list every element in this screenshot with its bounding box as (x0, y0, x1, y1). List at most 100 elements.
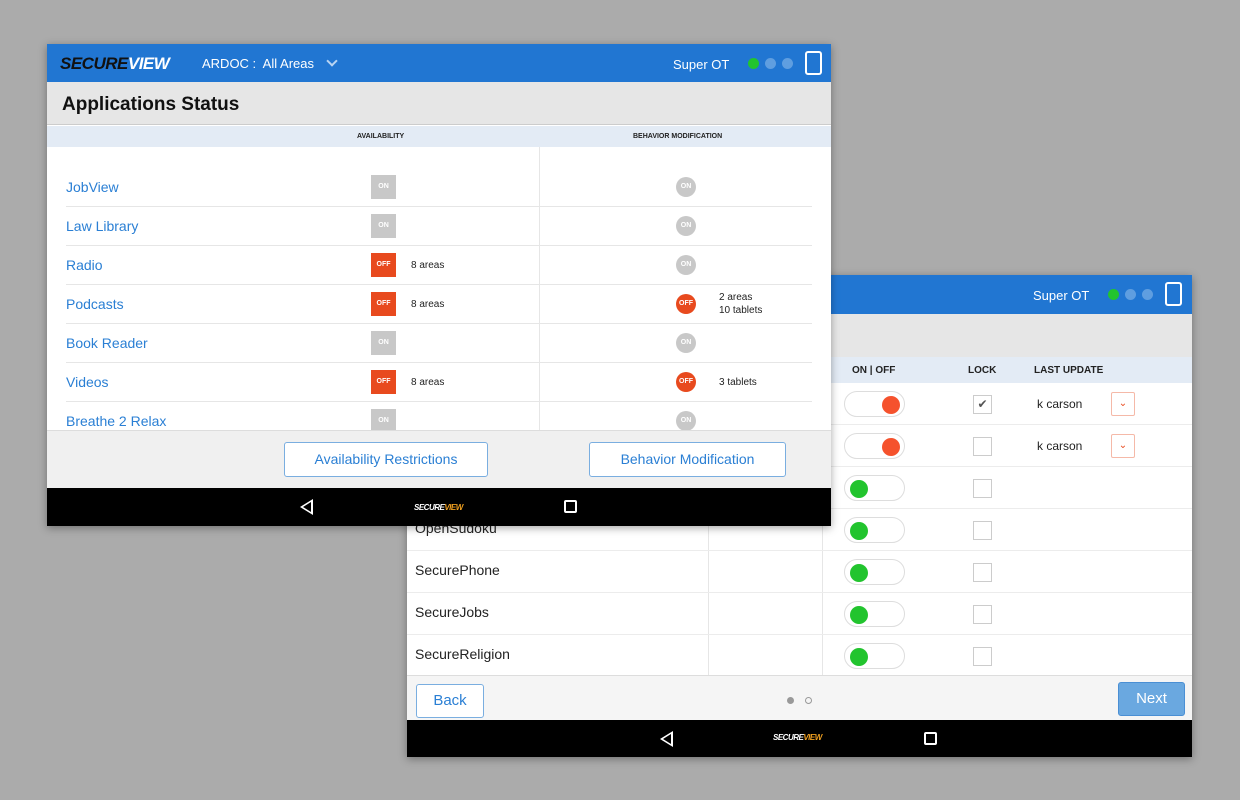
behavior-toggle[interactable]: ON (676, 216, 696, 236)
toggle-knob (850, 606, 868, 624)
status-dot-active (1108, 289, 1119, 300)
availability-note: 8 areas (411, 299, 445, 310)
nav-logo: SECUREVIEW (414, 503, 463, 512)
on-off-toggle[interactable] (844, 601, 905, 627)
app-row: Videos OFF 8 areas OFF 3 tablets (66, 363, 812, 402)
availability-toggle[interactable]: OFF (371, 292, 396, 316)
behavior-toggle[interactable]: OFF (676, 372, 696, 392)
next-button[interactable]: Next (1118, 682, 1185, 716)
availability-toggle[interactable]: OFF (371, 370, 396, 394)
lock-checkbox[interactable] (973, 647, 992, 666)
nav-recents-icon[interactable] (564, 500, 577, 513)
app-row: Radio OFF 8 areas ON (66, 246, 812, 285)
tablet-icon[interactable] (805, 51, 822, 75)
lock-checkbox[interactable] (973, 479, 992, 498)
footer: Back Next (407, 675, 1192, 720)
col-lock: LOCK (968, 365, 997, 376)
footer: Availability Restrictions Behavior Modif… (47, 430, 831, 488)
android-nav-bar: SECUREVIEW (407, 720, 1192, 757)
page-dot-active (787, 697, 794, 704)
lock-checkbox[interactable] (973, 521, 992, 540)
chevron-down-icon (325, 55, 338, 67)
on-off-toggle[interactable] (844, 643, 905, 669)
nav-back-icon[interactable] (660, 731, 673, 747)
toggle-knob (850, 648, 868, 666)
behavior-toggle[interactable]: ON (676, 255, 696, 275)
col-behavior-modification: BEHAVIOR MODIFICATION (633, 133, 723, 140)
header-bar: SECUREVIEW ARDOC : All Areas Super OT (47, 44, 831, 82)
app-name-link[interactable]: Breathe 2 Relax (66, 413, 166, 429)
nav-back-icon[interactable] (300, 499, 313, 515)
availability-toggle[interactable]: ON (371, 331, 396, 355)
app-name: SecureJobs (415, 604, 489, 620)
app-setting-row: SecurePhone (407, 551, 1192, 593)
user-name: Super OT (673, 57, 730, 72)
behavior-toggle[interactable]: OFF (676, 294, 696, 314)
on-off-toggle[interactable] (844, 559, 905, 585)
col-onoff: ON | OFF (852, 365, 896, 376)
on-off-toggle[interactable] (844, 517, 905, 543)
page-title: Applications Status (62, 94, 240, 115)
app-name-link[interactable]: Videos (66, 374, 109, 390)
page-dot (805, 697, 812, 704)
last-update-user: k carson (1037, 397, 1083, 411)
user-name: Super OT (1033, 288, 1090, 303)
app-name-link[interactable]: Law Library (66, 218, 138, 234)
check-icon: ✔ (977, 397, 988, 411)
status-dot (765, 58, 776, 69)
status-dot (782, 58, 793, 69)
app-row: Podcasts OFF 8 areas OFF 2 areas 10 table… (66, 285, 812, 324)
behavior-note: 3 tablets (719, 377, 757, 388)
secureview-logo: SECUREVIEW (60, 54, 170, 73)
behavior-note: 2 areas 10 tablets (719, 292, 763, 316)
app-name: SecurePhone (415, 562, 500, 578)
facility-selector[interactable]: ARDOC : All Areas (202, 55, 338, 71)
title-bar: Applications Status (47, 82, 831, 125)
lock-checkbox[interactable] (973, 605, 992, 624)
availability-restrictions-button[interactable]: Availability Restrictions (284, 442, 488, 477)
status-dot (1125, 289, 1136, 300)
applications-status-window: SECUREVIEW ARDOC : All Areas Super OT Ap… (47, 44, 831, 526)
app-name-link[interactable]: Radio (66, 257, 103, 273)
availability-toggle[interactable]: ON (371, 409, 396, 430)
lock-checkbox[interactable] (973, 563, 992, 582)
app-name-link[interactable]: Book Reader (66, 335, 148, 351)
lock-checkbox[interactable] (973, 437, 992, 456)
availability-toggle[interactable]: ON (371, 214, 396, 238)
app-status-list: JobView ON ON Law Library ON ON Radio OF… (47, 147, 831, 430)
availability-note: 8 areas (411, 260, 445, 271)
availability-toggle[interactable]: OFF (371, 253, 396, 277)
app-name-link[interactable]: Podcasts (66, 296, 124, 312)
app-setting-row: SecureReligion (407, 635, 1192, 675)
tablet-icon[interactable] (1165, 282, 1182, 306)
chevron-down-icon[interactable]: ⌄ (1111, 434, 1135, 458)
last-update-user: k carson (1037, 439, 1083, 453)
on-off-toggle[interactable] (844, 433, 905, 459)
facility-label: ARDOC : All Areas (202, 56, 314, 71)
app-row: Breathe 2 Relax ON ON (66, 402, 812, 430)
col-last-update: LAST UPDATE (1034, 365, 1104, 376)
app-row: Law Library ON ON (66, 207, 812, 246)
behavior-toggle[interactable]: ON (676, 333, 696, 353)
nav-recents-icon[interactable] (924, 732, 937, 745)
back-button[interactable]: Back (416, 684, 484, 718)
app-name: SecureReligion (415, 646, 510, 662)
behavior-toggle[interactable]: ON (676, 177, 696, 197)
toggle-knob (882, 438, 900, 456)
toggle-knob (850, 522, 868, 540)
toggle-knob (850, 480, 868, 498)
behavior-toggle[interactable]: ON (676, 411, 696, 430)
lock-checkbox[interactable]: ✔ (973, 395, 992, 414)
nav-logo: SECUREVIEW (773, 733, 822, 742)
android-nav-bar: SECUREVIEW (47, 488, 831, 526)
status-dot-active (748, 58, 759, 69)
on-off-toggle[interactable] (844, 475, 905, 501)
on-off-toggle[interactable] (844, 391, 905, 417)
col-availability: AVAILABILITY (357, 133, 405, 140)
status-dot (1142, 289, 1153, 300)
availability-toggle[interactable]: ON (371, 175, 396, 199)
app-name-link[interactable]: JobView (66, 179, 119, 195)
availability-note: 8 areas (411, 377, 445, 388)
behavior-modification-button[interactable]: Behavior Modification (589, 442, 786, 477)
chevron-down-icon[interactable]: ⌄ (1111, 392, 1135, 416)
